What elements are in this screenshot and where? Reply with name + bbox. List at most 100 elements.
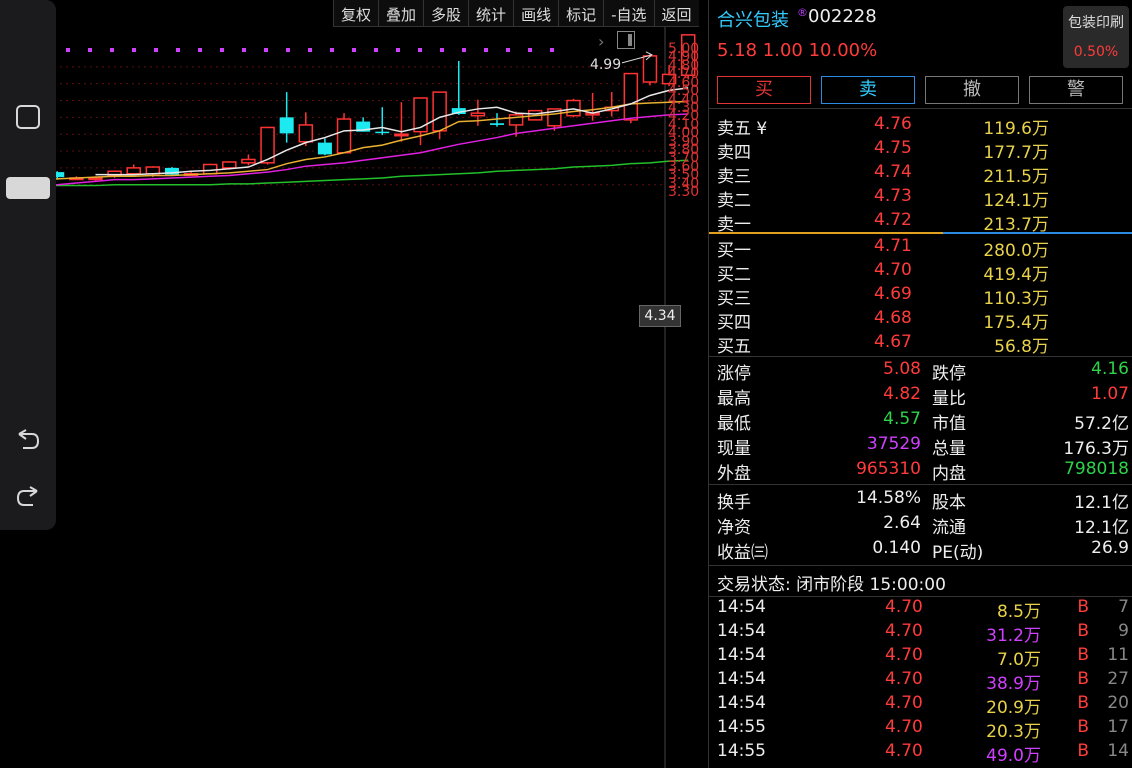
stock-quote: 5.18 1.00 10.00% [717, 40, 878, 61]
candle-body [298, 124, 314, 143]
toolbar-remove-watchlist[interactable]: -自选 [603, 0, 653, 26]
tick-side: B [1077, 621, 1089, 641]
candle-body [317, 142, 332, 155]
eraser-tool-icon[interactable] [0, 176, 56, 204]
bid-volume: 56.8万 [994, 337, 1049, 357]
ask-price: 4.72 [874, 210, 912, 230]
stat-value: 965310 [856, 459, 921, 479]
candlestick-chart[interactable]: 4.99 [0, 0, 708, 768]
tick-side: B [1077, 669, 1089, 689]
candle-body [642, 55, 658, 83]
candle-body [241, 158, 256, 164]
bid-price: 4.68 [874, 308, 912, 328]
panel-toggle-icon[interactable] [617, 31, 635, 49]
tick-count: 17 [1107, 717, 1129, 737]
industry-name: 包装印刷 [1068, 15, 1124, 31]
tick-volume: 38.9万 [986, 674, 1041, 694]
bid-price: 4.67 [874, 332, 912, 352]
tick-count: 9 [1118, 621, 1129, 641]
stat-label: 净资 [717, 518, 751, 538]
tick-row[interactable]: 14:55 4.70 49.0万 B 14 [717, 740, 1129, 766]
toolbar-mark[interactable]: 标记 [558, 0, 603, 26]
ask-price: 4.73 [874, 186, 912, 206]
tick-row[interactable]: 14:54 4.70 8.5万 B 7 [717, 596, 1129, 622]
tick-volume: 20.3万 [986, 722, 1041, 742]
stat-value: 1.07 [1091, 384, 1129, 404]
tick-volume: 49.0万 [986, 746, 1041, 766]
toolbar-restore-rights[interactable]: 复权 [333, 0, 378, 26]
tick-row[interactable]: 14:54 4.70 31.2万 B 9 [717, 620, 1129, 646]
candle-body [566, 99, 581, 117]
tick-price: 4.70 [885, 741, 923, 761]
divider [709, 484, 1132, 485]
bid-price: 4.70 [874, 260, 912, 280]
ask-price: 4.76 [874, 114, 912, 134]
tick-time: 14:54 [717, 669, 766, 689]
ask-row: 卖一 4.72 213.7万 [717, 208, 1127, 235]
candle-body [623, 72, 639, 121]
tick-row[interactable]: 14:54 4.70 20.9万 B 20 [717, 692, 1129, 718]
ask-row: 卖五 ¥4.76 119.6万 [717, 112, 1127, 139]
stat-label: 涨停 [717, 364, 751, 384]
toolbar-back[interactable]: 返回 [653, 0, 699, 26]
candle-body [375, 131, 390, 134]
stat-row: 最高 4.82 量比 1.07 [717, 383, 1129, 409]
candle-body [202, 163, 218, 175]
toolbar-multi-stock[interactable]: 多股 [423, 0, 468, 26]
industry-box[interactable]: 包装印刷 0.50% [1063, 6, 1129, 68]
cancel-order-button[interactable]: 撤 [925, 76, 1019, 104]
buy-button[interactable]: 买 [717, 76, 811, 104]
tick-time: 14:55 [717, 717, 766, 737]
candle-body [470, 112, 486, 117]
candle-body [490, 123, 504, 125]
rectangle-tool-icon[interactable] [0, 104, 56, 134]
tick-count: 7 [1118, 597, 1129, 617]
alert-button[interactable]: 警 [1029, 76, 1123, 104]
stat-label: 市值 [932, 414, 966, 434]
stat-value: 37529 [866, 434, 921, 454]
stat-label: 外盘 [717, 464, 751, 484]
chart-nav-arrow-icon[interactable]: › [598, 32, 604, 51]
tick-price: 4.70 [885, 621, 923, 641]
stat-label: 流通 [932, 518, 966, 538]
floating-tool-panel [0, 0, 56, 530]
high-annotation-label: 4.99 [590, 57, 621, 73]
tick-time: 14:54 [717, 645, 766, 665]
stat-label: 换手 [717, 493, 751, 513]
tick-side: B [1077, 597, 1089, 617]
stat-value: 4.82 [883, 384, 921, 404]
stock-code: 002228 [808, 6, 877, 27]
industry-change: 0.50% [1073, 44, 1119, 60]
chart-toolbar: 复权 叠加 多股 统计 画线 标记 -自选 返回 [333, 0, 699, 27]
stat-value: 12.1亿 [1074, 493, 1129, 513]
stat-label: 最低 [717, 414, 751, 434]
tick-time: 14:54 [717, 597, 766, 617]
tick-count: 20 [1107, 693, 1129, 713]
undo-icon[interactable] [0, 428, 56, 456]
divider [709, 356, 1132, 357]
sell-button[interactable]: 卖 [821, 76, 915, 104]
stat-label: 量比 [932, 389, 966, 409]
tick-side: B [1077, 741, 1089, 761]
toolbar-draw-line[interactable]: 画线 [513, 0, 558, 26]
price-axis-label: 3.30 [668, 184, 700, 201]
candle-body [336, 118, 352, 154]
stat-value: 4.16 [1091, 359, 1129, 379]
stat-row: 收益㈢ 0.140 PE(动) 26.9 [717, 537, 1129, 563]
toolbar-statistics[interactable]: 统计 [468, 0, 513, 26]
stat-row: 换手 14.58% 股本 12.1亿 [717, 487, 1129, 513]
kline-chart-area[interactable]: 4.99 复权 叠加 多股 统计 画线 标记 -自选 返回 › 5.00 4.90… [0, 0, 708, 768]
stat-value: 5.08 [883, 359, 921, 379]
quote-panel: 合兴包装 ® 002228 5.18 1.00 10.00% 包装印刷 0.50… [708, 0, 1132, 768]
tick-row[interactable]: 14:54 4.70 7.0万 B 11 [717, 644, 1129, 670]
tick-count: 14 [1107, 741, 1129, 761]
tick-side: B [1077, 645, 1089, 665]
tick-row[interactable]: 14:55 4.70 20.3万 B 17 [717, 716, 1129, 742]
ask-row: 卖二 4.73 124.1万 [717, 184, 1127, 211]
stock-name[interactable]: 合兴包装 [717, 6, 789, 32]
redo-icon[interactable] [0, 485, 56, 513]
toolbar-overlay[interactable]: 叠加 [378, 0, 423, 26]
tick-row[interactable]: 14:54 4.70 38.9万 B 27 [717, 668, 1129, 694]
stat-value: 57.2亿 [1074, 414, 1129, 434]
candle-body [145, 166, 161, 175]
